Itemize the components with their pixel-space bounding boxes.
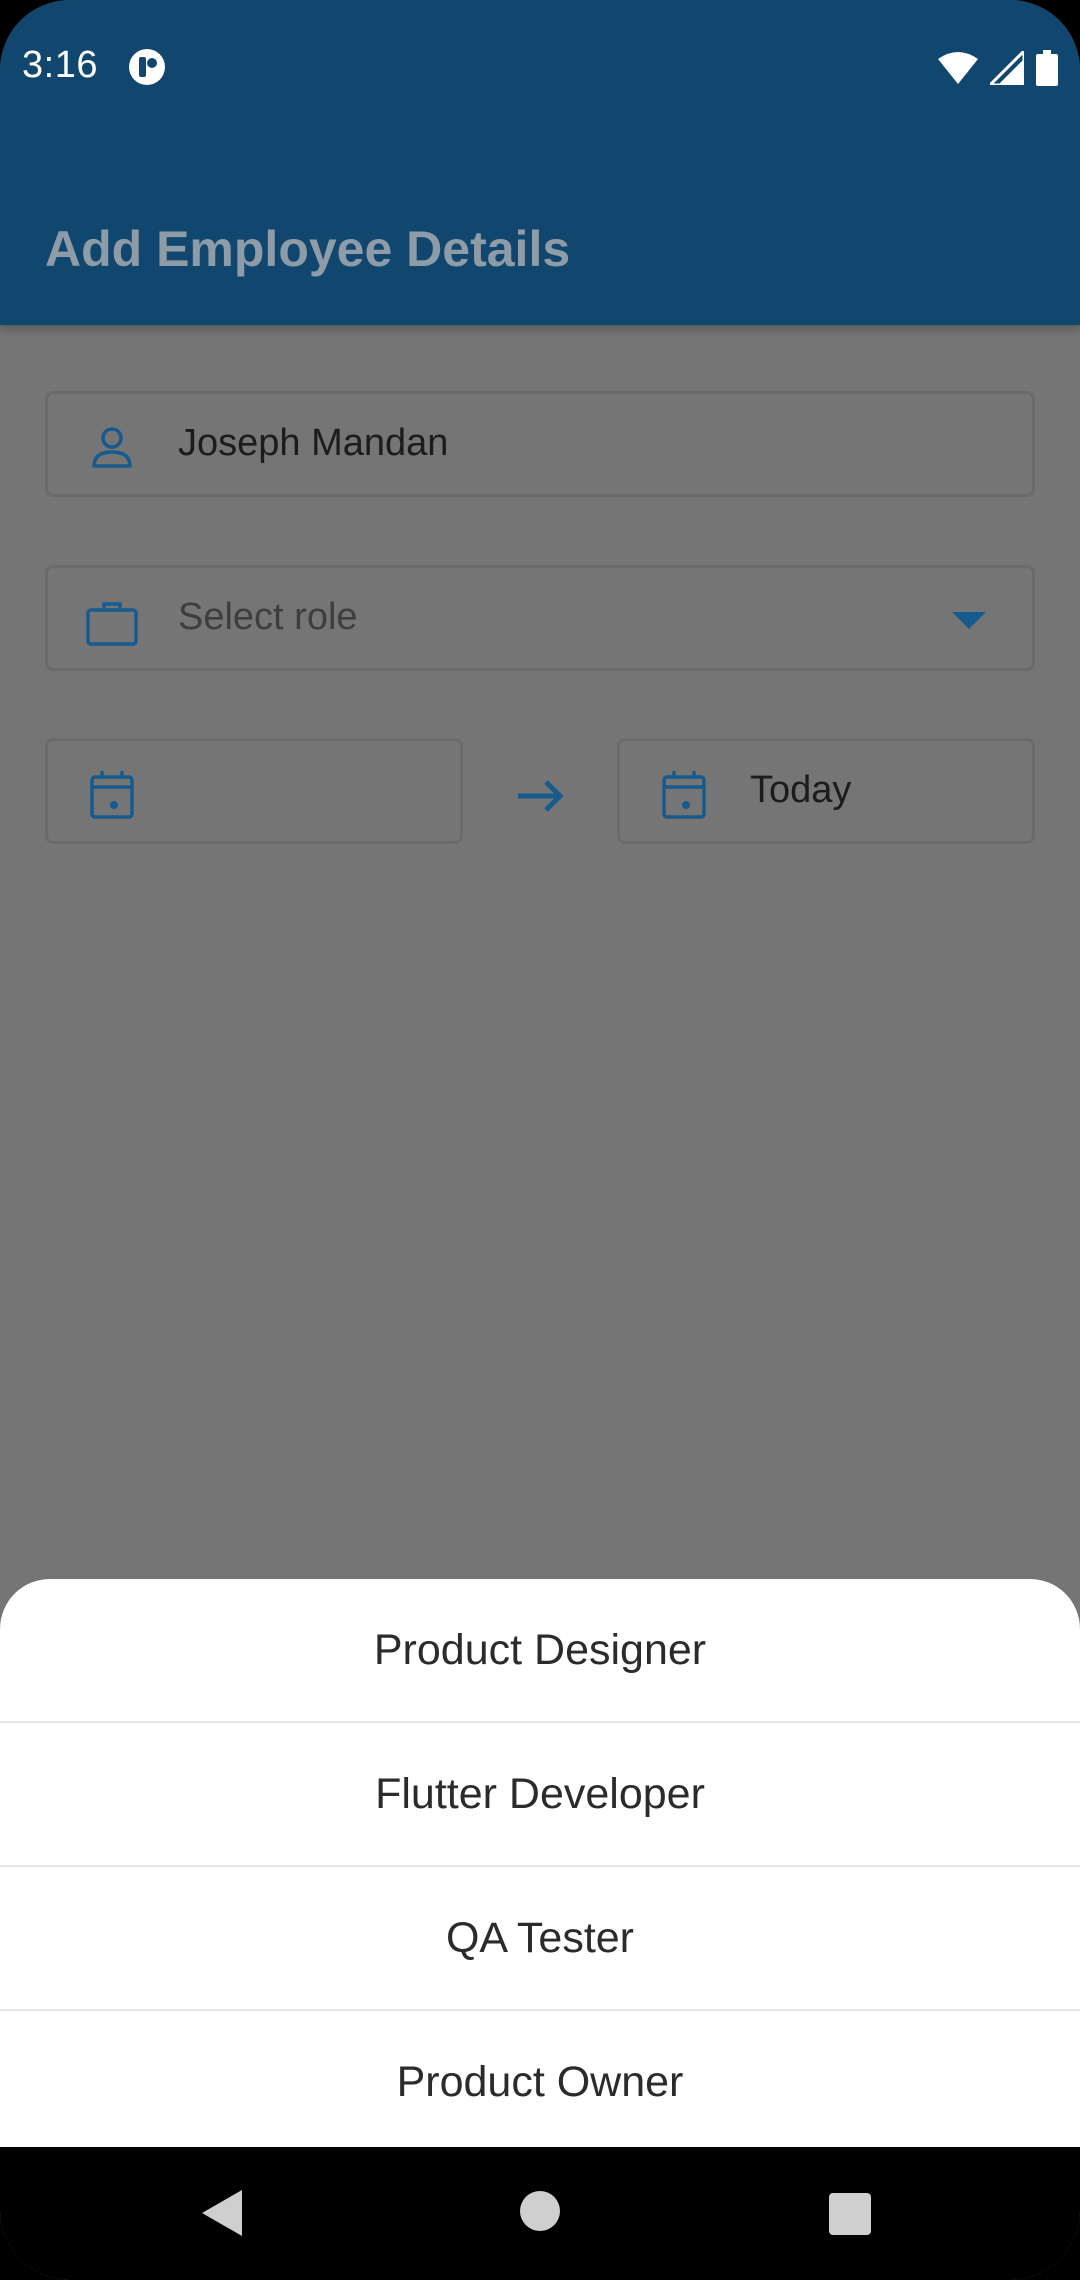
role-options-sheet: Product Designer Flutter Developer QA Te… (0, 1579, 1080, 2147)
battery-icon (1036, 50, 1058, 86)
screen: 3:16 Add Employee Details Joseph Mandan … (0, 0, 1080, 2280)
briefcase-icon (86, 602, 138, 646)
employee-name-value: Joseph Mandan (178, 422, 449, 464)
role-option-product-designer[interactable]: Product Designer (0, 1579, 1080, 1723)
role-option-qa-tester[interactable]: QA Tester (0, 1867, 1080, 2011)
wifi-icon (938, 52, 978, 84)
app-bar: 3:16 Add Employee Details (0, 0, 1080, 325)
role-option-product-owner[interactable]: Product Owner (0, 2011, 1080, 2147)
app-notification-icon (129, 49, 165, 85)
calendar-icon (662, 771, 706, 819)
person-icon (92, 427, 132, 468)
start-date-field[interactable] (45, 738, 463, 844)
role-placeholder: Select role (178, 596, 358, 638)
back-icon[interactable] (202, 2190, 242, 2236)
system-navigation-bar (0, 2147, 1080, 2280)
status-icons (938, 48, 1058, 88)
cell-signal-icon (990, 51, 1024, 85)
end-date-value: Today (750, 769, 852, 811)
status-time: 3:16 (22, 44, 98, 86)
calendar-icon (90, 771, 134, 819)
page-title: Add Employee Details (45, 221, 571, 277)
arrow-right-icon (518, 780, 564, 812)
employee-name-field[interactable]: Joseph Mandan (45, 391, 1035, 497)
chevron-down-icon (952, 612, 986, 629)
home-icon[interactable] (520, 2191, 560, 2231)
role-select-field[interactable]: Select role (45, 565, 1035, 671)
role-option-flutter-developer[interactable]: Flutter Developer (0, 1723, 1080, 1867)
end-date-field[interactable]: Today (617, 738, 1035, 844)
recents-icon[interactable] (829, 2193, 871, 2235)
